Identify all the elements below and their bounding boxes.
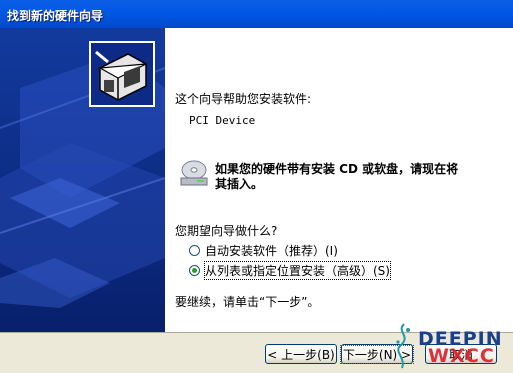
option-auto-install-label[interactable]: 自动安装软件（推荐）(I) — [205, 242, 338, 259]
wizard-window: 找到新的硬件向导 这个向导帮助您安装软件: PCI Device 如果您的硬件带… — [0, 0, 513, 373]
intro-text: 这个向导帮助您安装软件: — [175, 92, 312, 106]
wizard-side-panel — [0, 28, 165, 332]
option-auto-install[interactable]: 自动安装软件（推荐）(I) — [189, 242, 338, 259]
option-install-from-list-label[interactable]: 从列表或指定位置安装（高级）(S) — [204, 261, 391, 280]
next-button[interactable]: 下一步(N) > — [339, 344, 415, 364]
back-button[interactable]: < 上一步(B) — [265, 344, 337, 364]
device-name: PCI Device — [189, 114, 256, 127]
insert-cd-line-2: 其插入。 — [215, 177, 264, 191]
back-button-label: < 上一步(B) — [267, 347, 335, 362]
continue-hint: 要继续，请单击“下一步”。 — [175, 295, 320, 309]
title-bar[interactable]: 找到新的硬件向导 — [0, 0, 513, 29]
radio-install-from-list[interactable] — [189, 265, 200, 276]
window-title: 找到新的硬件向导 — [7, 9, 104, 23]
wizard-content: 这个向导帮助您安装软件: PCI Device 如果您的硬件带有安装 CD 或软… — [165, 28, 513, 332]
wizard-side-graphic — [0, 28, 165, 332]
button-bar: < 上一步(B) 下一步(N) > 取消 — [0, 332, 513, 373]
cancel-button-label: 取消 — [448, 347, 473, 362]
option-install-from-list[interactable]: 从列表或指定位置安装（高级）(S) — [189, 261, 391, 280]
hardware-wizard-icon — [89, 41, 155, 107]
insert-cd-prompt: 如果您的硬件带有安装 CD 或软盘，请现在将 其插入。 — [215, 162, 490, 192]
next-button-label: 下一步(N) > — [339, 344, 415, 364]
cancel-button[interactable]: 取消 — [425, 344, 497, 364]
wizard-question: 您期望向导做什么? — [175, 224, 278, 238]
insert-cd-line-1: 如果您的硬件带有安装 CD 或软盘，请现在将 — [215, 162, 459, 176]
cd-drive-icon — [180, 160, 208, 186]
radio-auto-install[interactable] — [189, 245, 200, 256]
